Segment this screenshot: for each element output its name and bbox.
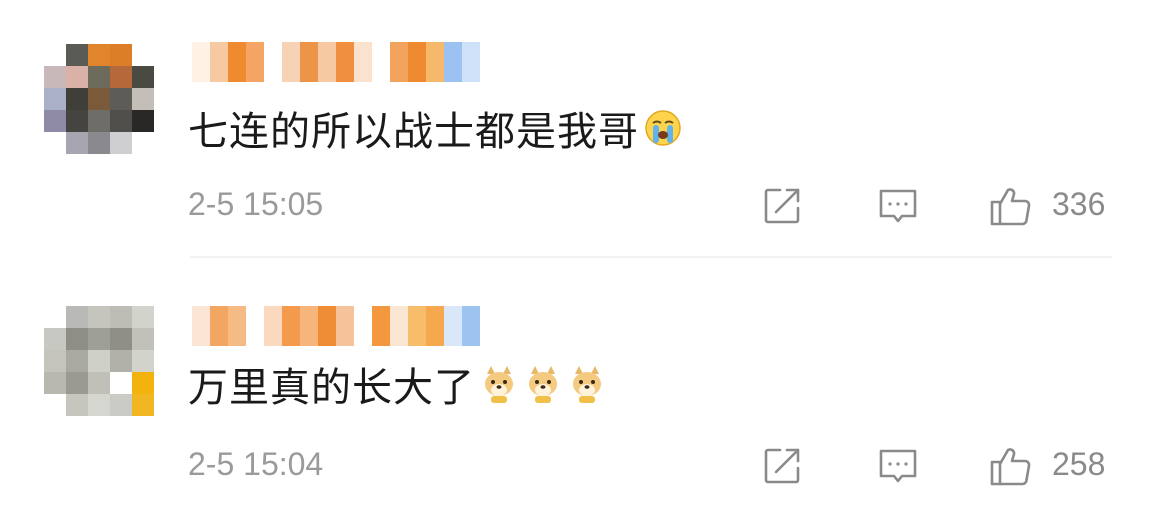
timestamp: 2-5 15:05 — [188, 186, 324, 222]
comment-item: 万里真的长大了 2-5 15:04 258 — [0, 264, 1152, 526]
comment-body: 万里真的长大了 — [188, 365, 475, 411]
avatar[interactable] — [44, 306, 154, 416]
doge-icon — [523, 364, 563, 404]
doge-icon — [567, 364, 607, 404]
username[interactable] — [192, 42, 480, 82]
comment-body: 七连的所以战士都是我哥 — [188, 109, 639, 155]
comment-icon[interactable] — [876, 184, 920, 228]
thumbs-up-icon[interactable] — [988, 184, 1032, 228]
comment-actions: 258 — [760, 444, 1114, 488]
username[interactable] — [192, 306, 480, 346]
divider — [190, 256, 1112, 258]
share-icon[interactable] — [760, 444, 804, 488]
share-icon[interactable] — [760, 184, 804, 228]
doge-icon — [479, 364, 519, 404]
thumbs-up-icon[interactable] — [988, 444, 1032, 488]
comment-text: 七连的所以战士都是我哥 — [188, 100, 683, 156]
avatar[interactable] — [44, 44, 154, 154]
like-count: 336 — [1052, 186, 1106, 222]
like-count: 258 — [1052, 446, 1106, 482]
comment-text: 万里真的长大了 — [188, 356, 607, 412]
crying-face-icon — [643, 108, 683, 148]
comment-item: 七连的所以战士都是我哥 2-5 15:05 336 — [0, 0, 1152, 262]
comment-icon[interactable] — [876, 444, 920, 488]
comment-actions: 336 — [760, 184, 1114, 228]
timestamp: 2-5 15:04 — [188, 446, 324, 482]
